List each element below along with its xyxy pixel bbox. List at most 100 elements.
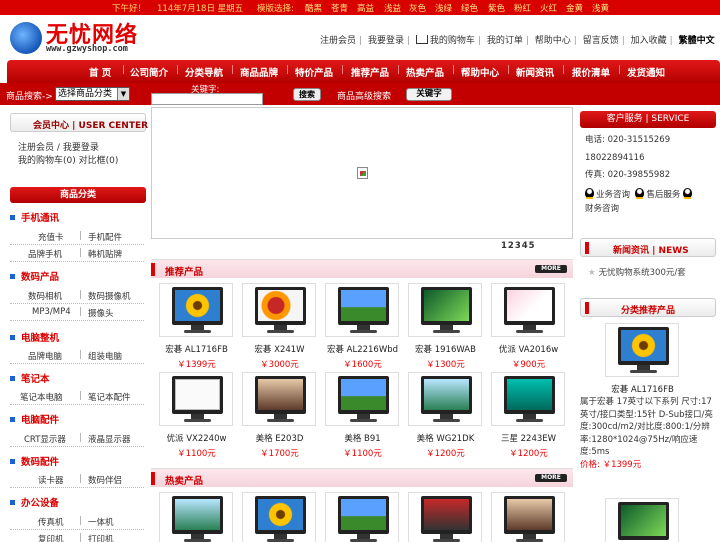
product-image[interactable] — [242, 372, 316, 426]
qq-sales[interactable]: 业务咨询 — [585, 187, 630, 200]
product-name[interactable]: 美格 E203D — [242, 432, 317, 444]
product-name[interactable]: 宏碁 X241W — [242, 343, 317, 355]
nav-hot[interactable]: 热卖产品 — [406, 65, 444, 79]
category-heading[interactable]: 电脑配件 — [10, 412, 59, 426]
product-name[interactable]: 美格 WG21DK — [408, 432, 483, 444]
product-image[interactable] — [242, 492, 316, 542]
nav-category[interactable]: 分类导航 — [185, 65, 223, 79]
skin-option[interactable]: 浅益 — [384, 2, 401, 14]
subcategory-link[interactable]: CRT显示器 — [24, 433, 66, 445]
nav-pricelist[interactable]: 报价清单 — [572, 65, 610, 79]
category-heading[interactable]: 电脑整机 — [10, 330, 59, 344]
product-image[interactable] — [325, 372, 399, 426]
product-name[interactable]: 优派 VA2016w — [491, 343, 566, 355]
banner-pager[interactable]: 12345 — [501, 241, 536, 251]
skin-option[interactable]: 酷黑 — [305, 2, 322, 14]
product-image[interactable] — [325, 283, 399, 337]
bookmark-link[interactable]: 加入收藏 — [631, 33, 667, 46]
product-image[interactable] — [605, 323, 679, 377]
product-image[interactable] — [325, 492, 399, 542]
nav-help[interactable]: 帮助中心 — [461, 65, 499, 79]
subcategory-link[interactable]: 打印机 — [88, 533, 114, 542]
category-heading[interactable]: 笔记本 — [10, 371, 50, 385]
nav-specials[interactable]: 特价产品 — [295, 65, 333, 79]
register-link[interactable]: 注册会员 — [18, 143, 54, 153]
subcategory-link[interactable]: 读卡器 — [38, 474, 64, 486]
nav-shipping[interactable]: 发货通知 — [627, 65, 665, 79]
subcategory-link[interactable]: 传真机 — [38, 516, 64, 528]
skin-option[interactable]: 苍青 — [331, 2, 348, 14]
qq-aftersales[interactable]: 售后服务 — [635, 187, 680, 200]
product-image[interactable] — [491, 492, 565, 542]
product-image[interactable] — [159, 492, 233, 542]
product-image[interactable] — [159, 283, 233, 337]
category-heading[interactable]: 数码产品 — [10, 269, 59, 283]
category-heading[interactable]: 办公设备 — [10, 495, 59, 509]
orders-link[interactable]: 我的订单 — [487, 33, 523, 46]
subcategory-link[interactable]: 数码伴侣 — [88, 474, 122, 486]
product-name[interactable]: 宏碁 AL2216Wbd — [325, 343, 400, 355]
product-image[interactable] — [408, 283, 482, 337]
subcategory-link[interactable]: 一体机 — [88, 516, 114, 528]
nav-recommended[interactable]: 推荐产品 — [351, 65, 389, 79]
hot-more-button[interactable]: MORE — [535, 474, 567, 482]
product-image[interactable] — [491, 283, 565, 337]
recommended-more-button[interactable]: MORE — [535, 265, 567, 273]
product-image[interactable] — [242, 283, 316, 337]
skin-option[interactable]: 金黄 — [566, 2, 583, 14]
qq-penguin-icon[interactable] — [683, 187, 693, 199]
skin-option[interactable]: 浅黄 — [592, 2, 609, 14]
category-heading[interactable]: 数码配件 — [10, 454, 59, 468]
advanced-search-link[interactable]: 商品高级搜索 — [337, 89, 391, 102]
subcategory-link[interactable]: 韩机贴牌 — [88, 248, 122, 260]
skin-option[interactable]: 灰色 — [409, 2, 426, 14]
product-image[interactable] — [408, 372, 482, 426]
help-link[interactable]: 帮助中心 — [535, 33, 571, 46]
category-select[interactable]: 选择商品分类 ▼ — [55, 87, 130, 101]
product-name[interactable]: 优派 VX2240w — [159, 432, 234, 444]
product-name[interactable]: 美格 B91 — [325, 432, 400, 444]
product-image[interactable] — [491, 372, 565, 426]
subcategory-link[interactable]: 品牌电脑 — [28, 350, 62, 362]
subcategory-link[interactable]: 数码相机 — [28, 290, 62, 302]
nav-news[interactable]: 新闻资讯 — [516, 65, 554, 79]
skin-option[interactable]: 粉红 — [514, 2, 531, 14]
product-image[interactable] — [408, 492, 482, 542]
subcategory-link[interactable]: 充值卡 — [38, 231, 64, 243]
product-name[interactable]: 宏碁 AL1716FB — [605, 383, 680, 395]
login-link[interactable]: 我要登录 — [368, 33, 404, 46]
subcategory-link[interactable]: 摄像头 — [88, 307, 114, 319]
category-heading[interactable]: 手机通讯 — [10, 210, 59, 224]
keyword-button[interactable]: 关键字 — [406, 88, 452, 101]
subcategory-link[interactable]: 笔记本电脑 — [20, 391, 63, 403]
cart-compare-link[interactable]: 我的购物车(0) 对比框(0) — [18, 155, 118, 168]
subcategory-link[interactable]: 复印机 — [38, 533, 64, 542]
product-image[interactable] — [159, 372, 233, 426]
nav-about[interactable]: 公司简介 — [130, 65, 168, 79]
skin-option[interactable]: 紫色 — [488, 2, 505, 14]
skin-option[interactable]: 火红 — [540, 2, 557, 14]
product-image[interactable] — [605, 498, 679, 542]
skin-option[interactable]: 浅绿 — [435, 2, 452, 14]
subcategory-link[interactable]: 液晶显示器 — [88, 433, 131, 445]
subcategory-link[interactable]: MP3/MP4 — [32, 307, 71, 317]
logo-globe-icon[interactable] — [10, 22, 42, 54]
subcategory-link[interactable]: 组装电脑 — [88, 350, 122, 362]
subcategory-link[interactable]: 手机配件 — [88, 231, 122, 243]
keyword-input[interactable] — [151, 93, 263, 105]
feedback-link[interactable]: 留言反馈 — [583, 33, 619, 46]
subcategory-link[interactable]: 数码摄像机 — [88, 290, 131, 302]
login-link[interactable]: 我要登录 — [63, 143, 99, 153]
product-name[interactable]: 三星 2243EW — [491, 432, 566, 444]
product-name[interactable]: 宏碁 AL1716FB — [159, 343, 234, 355]
nav-brands[interactable]: 商品品牌 — [240, 65, 278, 79]
product-name[interactable]: 宏碁 1916WAB — [408, 343, 483, 355]
subcategory-link[interactable]: 品牌手机 — [28, 248, 62, 260]
traditional-chinese-link[interactable]: 繁體中文 — [679, 33, 715, 46]
search-button[interactable]: 搜索 — [293, 88, 321, 101]
register-link[interactable]: 注册会员 — [320, 33, 356, 46]
cart-link[interactable]: 我的购物车 — [415, 33, 475, 46]
news-item[interactable]: ★ 无忧购物系统300元/套 — [588, 266, 686, 278]
skin-option[interactable]: 高益 — [357, 2, 374, 14]
nav-home[interactable]: 首 页 — [89, 65, 111, 79]
